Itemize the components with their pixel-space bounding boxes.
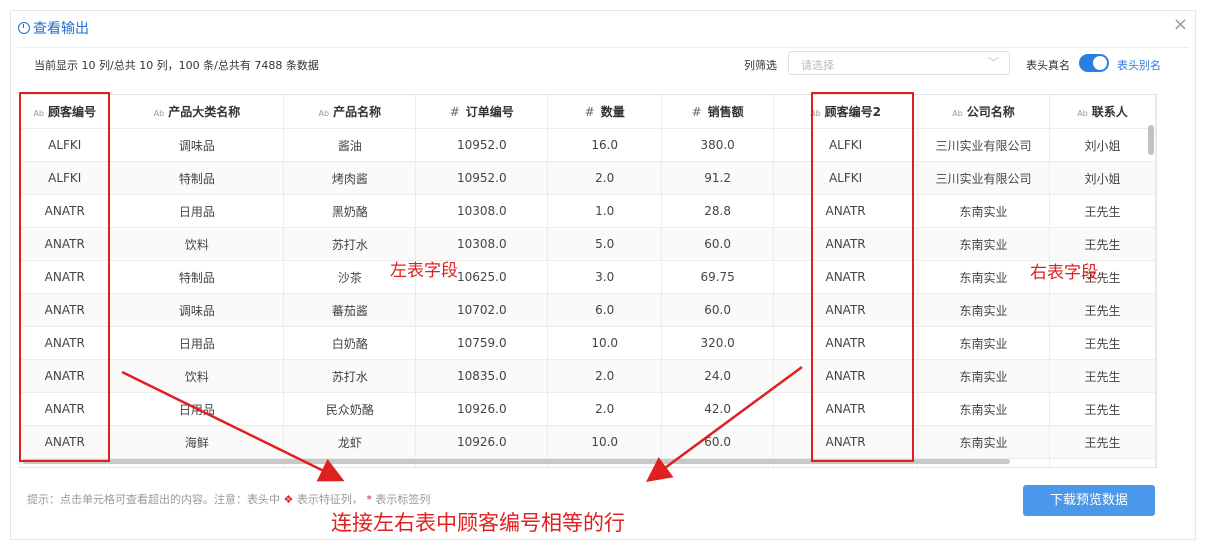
download-preview-button[interactable]: 下载预览数据 [1023,485,1155,516]
hint-prefix: 提示：点击单元格可查看超出的内容。注意：表头中 [27,493,280,506]
right-arrow [645,365,803,482]
label-star: * [366,493,372,506]
hint-text: 提示：点击单元格可查看超出的内容。注意：表头中 ❖ 表示特征列， * 表示标签列 [27,491,430,507]
annotation-arrows [121,365,803,482]
hint-label: 表示标签列 [375,493,431,506]
feature-diamond-icon: ❖ [283,493,294,506]
hint-feature: 表示特征列， [296,493,363,506]
left-arrow [121,370,345,482]
